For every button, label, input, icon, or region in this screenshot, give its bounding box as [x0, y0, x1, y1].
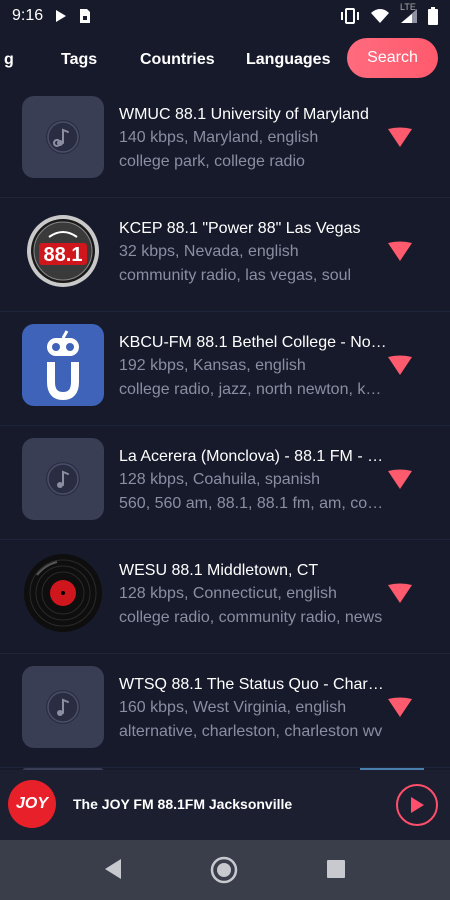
favorite-heart-icon[interactable] [386, 696, 414, 718]
player-station-title: The JOY FM 88.1FM Jacksonville [73, 796, 293, 812]
station-tags: alternative, charleston, charleston wv [119, 723, 383, 740]
system-nav-bar [0, 840, 450, 900]
station-tags: college radio, community radio, news [119, 609, 383, 626]
sim-card-icon [80, 9, 91, 23]
wifi-icon [371, 9, 389, 23]
station-details: 140 kbps, Maryland, english [119, 129, 319, 146]
play-button[interactable] [396, 784, 438, 826]
station-row[interactable]: KBCU-FM 88.1 Bethel College - North Newt… [0, 312, 450, 426]
station-tags: college park, college radio [119, 153, 305, 170]
power-88-logo: 88.1 [27, 215, 99, 287]
station-details: 128 kbps, Coahuila, spanish [119, 471, 321, 488]
play-icon [411, 797, 424, 813]
station-row[interactable]: La Acerera (Monclova) - 88.1 FM - XHMZI … [0, 426, 450, 540]
clock: 9:16 [12, 7, 44, 24]
home-icon[interactable] [210, 856, 238, 884]
station-thumbnail [22, 552, 104, 634]
back-icon[interactable] [103, 858, 123, 880]
favorite-heart-icon[interactable] [386, 582, 414, 604]
station-thumbnail [22, 324, 104, 406]
vinyl-record-icon [24, 554, 102, 632]
tab-bar: g Tags Countries Languages Search [0, 36, 450, 84]
station-tags: college radio, jazz, north newton, kansa… [119, 381, 387, 398]
favorite-heart-icon[interactable] [386, 240, 414, 262]
station-details: 32 kbps, Nevada, english [119, 243, 299, 260]
player-station-logo: JOY [8, 780, 56, 828]
music-note-icon [46, 120, 80, 154]
station-row[interactable]: WESU 88.1 Middletown, CT 128 kbps, Conne… [0, 540, 450, 654]
station-details: 160 kbps, West Virginia, english [119, 699, 347, 716]
tab-countries[interactable]: Countries [140, 44, 215, 76]
station-title: KCEP 88.1 "Power 88" Las Vegas [119, 220, 361, 237]
station-details: 192 kbps, Kansas, english [119, 357, 306, 374]
favorite-heart-icon[interactable] [386, 354, 414, 376]
station-list[interactable]: WMUC 88.1 University of Maryland 140 kbp… [0, 84, 450, 770]
station-title: WESU 88.1 Middletown, CT [119, 562, 319, 579]
station-row[interactable]: WTSQ 88.1 The Status Quo - Charleston 16… [0, 654, 450, 768]
station-title: KBCU-FM 88.1 Bethel College - North Newt… [119, 334, 387, 351]
status-bar: 9:16 LTE [0, 0, 450, 32]
station-row[interactable]: 88.1 KCEP 88.1 "Power 88" Las Vegas 32 k… [0, 198, 450, 312]
player-logo-text: JOY [15, 795, 48, 812]
play-icon [56, 10, 67, 22]
music-note-icon [46, 690, 80, 724]
tab-languages[interactable]: Languages [246, 44, 330, 76]
tab-search[interactable]: Search [347, 38, 438, 78]
favorite-heart-icon[interactable] [386, 126, 414, 148]
station-thumbnail [22, 96, 104, 178]
station-title: WMUC 88.1 University of Maryland [119, 106, 369, 123]
station-title: WTSQ 88.1 The Status Quo - Charleston [119, 676, 387, 693]
station-title: La Acerera (Monclova) - 88.1 FM - XHMZI [119, 448, 387, 465]
station-thumbnail [22, 666, 104, 748]
mini-player[interactable]: JOY The JOY FM 88.1FM Jacksonville [0, 770, 450, 840]
tab-partial[interactable]: g [4, 44, 14, 76]
network-label: LTE [400, 2, 416, 12]
station-thumbnail: 88.1 [22, 210, 104, 292]
station-tags: 560, 560 am, 88.1, 88.1 fm, am, coahuila [119, 495, 387, 512]
station-row[interactable]: WMUC 88.1 University of Maryland 140 kbp… [0, 84, 450, 198]
station-thumbnail [22, 438, 104, 520]
favorite-heart-icon[interactable] [386, 468, 414, 490]
station-tags: community radio, las vegas, soul [119, 267, 352, 284]
tab-tags[interactable]: Tags [61, 44, 97, 76]
recents-icon[interactable] [327, 860, 345, 878]
tab-search-label: Search [367, 49, 418, 66]
kbcu-logo [47, 330, 79, 400]
station-details: 128 kbps, Connecticut, english [119, 585, 337, 602]
battery-icon [428, 7, 438, 25]
music-note-icon [46, 462, 80, 496]
svg-text:88.1: 88.1 [44, 244, 83, 266]
vibrate-icon [341, 8, 359, 24]
